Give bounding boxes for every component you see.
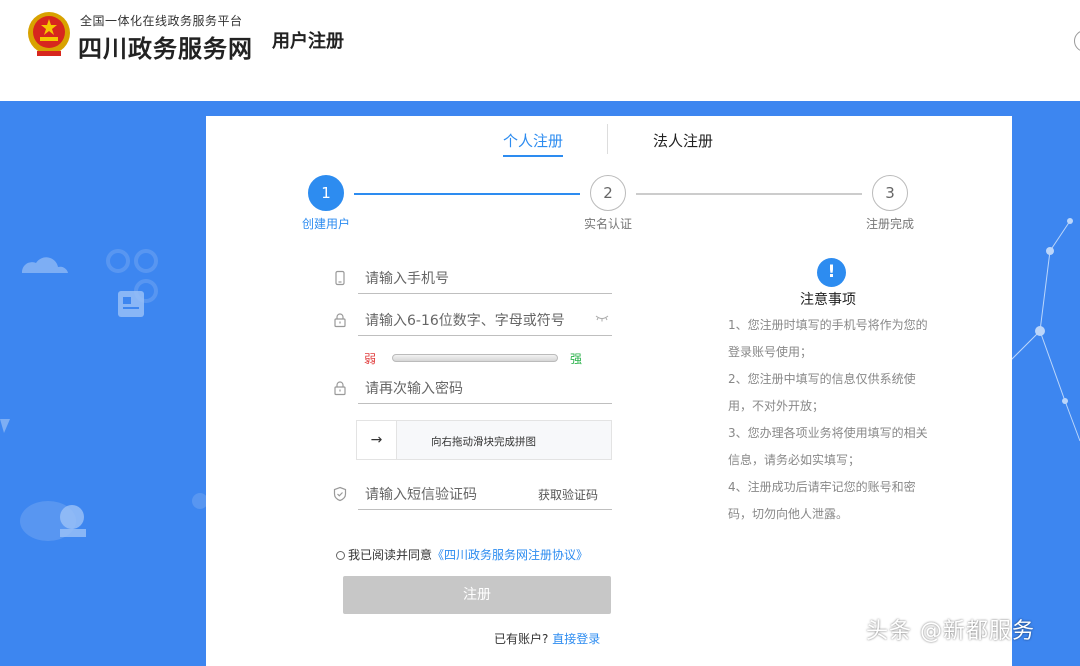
- lock-icon: [334, 313, 346, 328]
- shield-icon: [333, 486, 347, 502]
- sms-code-field: 获取验证码: [332, 480, 612, 510]
- user-circle-icon[interactable]: [1074, 30, 1080, 52]
- notice-line: 信息，请务必如实填写；: [728, 453, 861, 467]
- notice-line: 码，切勿向他人泄露。: [728, 507, 849, 521]
- phone-input[interactable]: [358, 264, 612, 294]
- notice-line: 1、您注册时填写的手机号将作为您的: [728, 318, 928, 332]
- lock-icon: [334, 381, 346, 396]
- step-3-circle: 3: [872, 175, 908, 211]
- register-button[interactable]: 注册: [343, 576, 611, 614]
- notice-line: 2、您注册中填写的信息仅供系统使: [728, 372, 916, 386]
- step-1-circle: 1: [308, 175, 344, 211]
- step-2-circle: 2: [590, 175, 626, 211]
- step-line-1: [354, 193, 580, 195]
- step-1-label: 创建用户: [301, 217, 350, 231]
- register-card: 个人注册 法人注册 1 2 3 创建用户 实名认证 注册完成 弱: [206, 116, 1012, 666]
- step-line-2: [636, 193, 862, 195]
- login-prompt: 已有账户? 直接登录: [494, 630, 600, 647]
- agreement-line: 我已阅读并同意《四川政务服务网注册协议》: [336, 546, 588, 563]
- confirm-password-field: [332, 374, 612, 404]
- slider-handle[interactable]: →: [357, 421, 397, 459]
- site-name[interactable]: 四川政务服务网: [78, 29, 253, 64]
- get-code-button[interactable]: 获取验证码: [538, 486, 598, 503]
- notice-line: 3、您办理各项业务将使用填写的相关: [728, 426, 928, 440]
- notice-line: 登录账号使用；: [728, 345, 813, 359]
- decorative-network-right: [1010, 218, 1080, 442]
- has-account-text: 已有账户?: [494, 632, 549, 646]
- notice-line: 用，不对外开放；: [728, 399, 825, 413]
- exclamation-icon: !: [817, 258, 846, 287]
- page-title: 用户注册: [272, 31, 344, 52]
- slider-captcha: → 向右拖动滑块完成拼图: [356, 420, 612, 460]
- step-2-label: 实名认证: [583, 217, 632, 231]
- login-link[interactable]: 直接登录: [552, 632, 600, 646]
- step-3-label: 注册完成: [865, 217, 914, 231]
- confirm-password-input[interactable]: [358, 374, 612, 404]
- decorative-icons-left: [0, 249, 208, 541]
- notice-line: 4、注册成功后请牢记您的账号和密: [728, 480, 916, 494]
- notice-title: 注意事项: [800, 292, 856, 308]
- tab-personal[interactable]: 个人注册: [503, 130, 564, 157]
- agree-radio[interactable]: [336, 551, 345, 560]
- notice-body: 1、您注册时填写的手机号将作为您的 登录账号使用； 2、您注册中填写的信息仅供系…: [728, 312, 940, 528]
- strength-strong-label: 强: [570, 352, 583, 366]
- agreement-link[interactable]: 《四川政务服务网注册协议》: [432, 548, 588, 562]
- phone-icon: [335, 270, 345, 286]
- password-input[interactable]: [358, 306, 612, 336]
- eye-closed-icon[interactable]: [595, 314, 609, 322]
- strength-weak-label: 弱: [364, 352, 377, 366]
- watermark: 头条 @新都服务: [866, 619, 1035, 644]
- phone-field: [332, 264, 612, 294]
- national-emblem-icon: [28, 12, 70, 56]
- site-header: 全国一体化在线政务服务平台 四川政务服务网 用户注册: [0, 0, 1080, 101]
- register-tabs: 个人注册 法人注册: [206, 116, 1012, 160]
- strength-bar: [392, 354, 558, 362]
- password-field: [332, 306, 612, 336]
- agree-prefix: 我已阅读并同意: [348, 548, 433, 562]
- platform-subtitle: 全国一体化在线政务服务平台: [80, 14, 243, 28]
- slider-hint: 向右拖动滑块完成拼图: [431, 436, 536, 448]
- tab-divider: [607, 124, 608, 154]
- password-strength: 弱 强: [364, 352, 594, 366]
- tab-legal[interactable]: 法人注册: [653, 130, 713, 151]
